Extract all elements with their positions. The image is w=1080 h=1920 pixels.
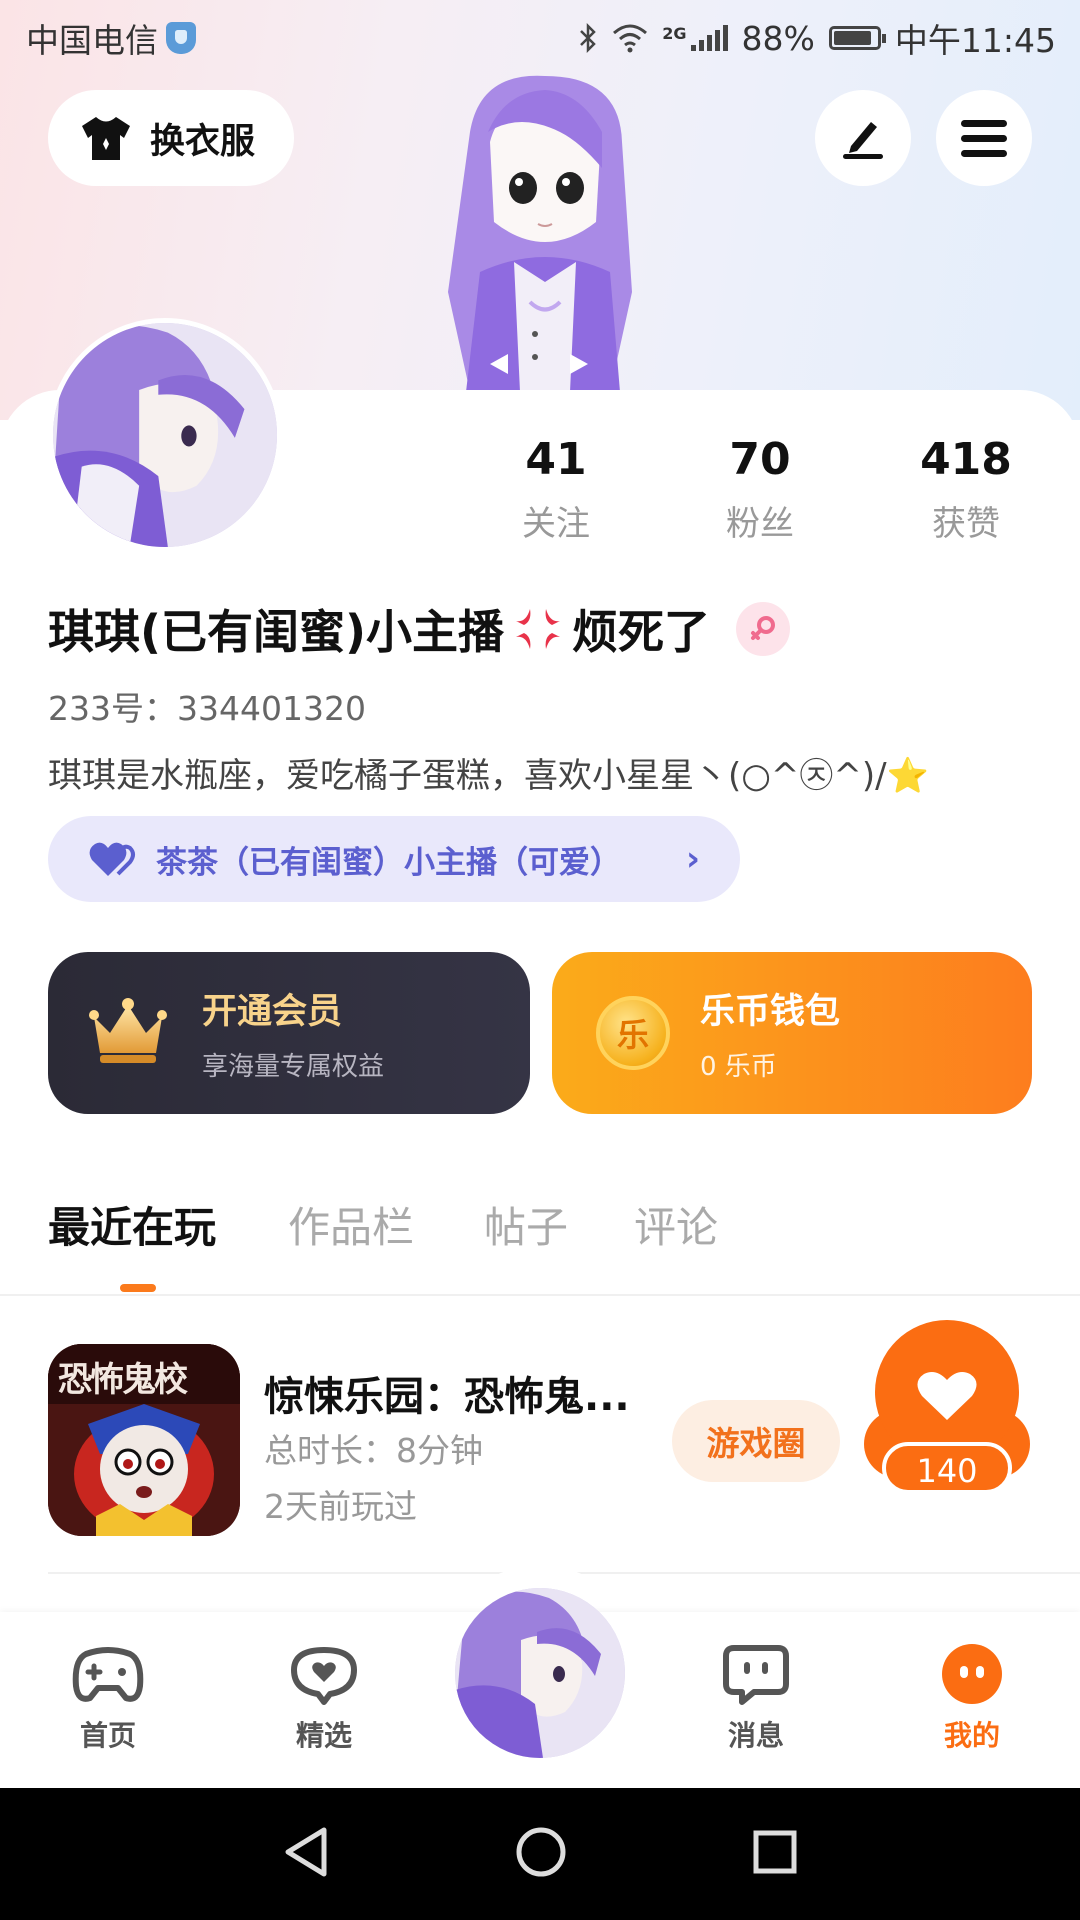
nav-item-me[interactable]: 我的 (902, 1642, 1042, 1754)
stat-likes[interactable]: 418 获赞 (876, 432, 1056, 545)
clock: 中午11:45 (894, 21, 1056, 60)
stat-followers[interactable]: 70 粉丝 (670, 432, 850, 545)
chat-bubble-icon (723, 1645, 789, 1705)
status-bar: 中国电信 2G 88% 中午11:45 (0, 0, 1080, 76)
tshirt-icon (78, 114, 134, 162)
system-navigation-bar (0, 1788, 1080, 1920)
crown-icon (89, 998, 167, 1063)
profile-dots-icon (942, 1644, 1002, 1704)
wallet-balance: 0 乐币 (700, 1052, 777, 1082)
edit-profile-button[interactable] (815, 90, 911, 186)
signal-icon (690, 25, 728, 51)
nav-item-messages[interactable]: 消息 (686, 1642, 826, 1754)
game-last-played: 2天前玩过 (264, 1487, 417, 1526)
profile-avatar[interactable] (48, 318, 282, 552)
game-duration: 总时长：8分钟 (264, 1431, 483, 1470)
coin-wallet-card[interactable]: 乐 乐币钱包 0 乐币 (552, 952, 1032, 1114)
stat-value: 41 (525, 434, 587, 485)
like-button[interactable]: 140 (862, 1320, 1032, 1496)
home-circle-icon[interactable] (515, 1826, 567, 1882)
pen-icon (843, 122, 883, 159)
chevron-right-icon: › (685, 839, 700, 879)
username: 琪琪(已有闺蜜)小主播 烦死了 (48, 596, 791, 662)
star-emoji: ⭐ (886, 756, 929, 796)
relation-label: 茶茶（已有闺蜜）小主播（可爱） (156, 844, 621, 881)
anger-emoji-icon (512, 603, 564, 655)
heart-chat-icon (291, 1647, 357, 1705)
stat-value: 70 (729, 434, 791, 485)
tab-works[interactable]: 作品栏 (288, 1194, 414, 1255)
nav-label: 精选 (295, 1719, 352, 1752)
username-part1: 琪琪(已有闺蜜)小主播 (48, 605, 505, 659)
change-outfit-label: 换衣服 (150, 121, 256, 162)
coin-icon: 乐 (596, 996, 670, 1070)
tab-posts[interactable]: 帖子 (484, 1194, 568, 1255)
stat-label: 粉丝 (726, 504, 794, 544)
coin-glyph: 乐 (616, 1016, 649, 1054)
carrier-name: 中国电信 (26, 21, 158, 60)
nav-label: 我的 (943, 1719, 1000, 1752)
vip-membership-card[interactable]: 开通会员 享海量专属权益 (48, 952, 530, 1114)
gamepad-icon (72, 1647, 144, 1702)
hamburger-icon (961, 120, 1007, 157)
battery-fill (833, 31, 871, 45)
vip-title: 开通会员 (202, 992, 343, 1032)
security-shield-icon (166, 22, 196, 54)
female-gender-icon (736, 602, 791, 656)
battery-icon (828, 26, 886, 50)
battery-percent: 88% (741, 18, 815, 58)
bluetooth-icon (580, 22, 597, 54)
center-avatar-button[interactable] (455, 1588, 625, 1758)
list-item[interactable]: 恐怖鬼校 惊悚乐园：恐怖鬼... 总时长：8分钟 2天前玩过 游戏圈 140 (48, 1320, 1032, 1536)
bio-text: 琪琪是水瓶座，爱吃橘子蛋糕，喜欢小星星丶(○^㉨^)/ (48, 756, 887, 796)
tab-recently-played[interactable]: 最近在玩 (48, 1194, 216, 1255)
username-part2: 烦死了 (572, 605, 711, 659)
wallet-title: 乐币钱包 (700, 992, 841, 1032)
stat-following[interactable]: 41 关注 (466, 432, 646, 545)
network-type: 2G (662, 24, 687, 43)
change-outfit-button[interactable]: 换衣服 (48, 90, 294, 186)
active-tab-indicator (120, 1284, 156, 1292)
nav-label: 首页 (79, 1719, 136, 1752)
recents-square-icon[interactable] (752, 1829, 798, 1879)
user-bio: 琪琪是水瓶座，爱吃橘子蛋糕，喜欢小星星丶(○^㉨^)/⭐ (48, 748, 929, 797)
wallet-text: 乐币钱包 0 乐币 (700, 983, 840, 1083)
double-heart-icon (89, 842, 135, 876)
game-icon[interactable]: 恐怖鬼校 (48, 1344, 240, 1536)
stat-value: 418 (920, 434, 1012, 485)
back-triangle-icon[interactable] (282, 1826, 330, 1882)
stat-label: 关注 (522, 504, 590, 544)
bestie-relation-pill[interactable]: 茶茶（已有闺蜜）小主播（可爱） › (48, 816, 740, 902)
vip-subtitle: 享海量专属权益 (202, 1052, 385, 1082)
stat-label: 获赞 (932, 504, 1000, 544)
game-icon-text: 恐怖鬼校 (58, 1360, 188, 1400)
avatar-3d-figure[interactable] (410, 72, 670, 392)
divider (0, 1294, 1080, 1296)
like-count: 140 (916, 1452, 978, 1490)
tab-comments[interactable]: 评论 (634, 1194, 718, 1255)
menu-button[interactable] (936, 90, 1032, 186)
nav-label: 消息 (727, 1719, 784, 1752)
nav-item-featured[interactable]: 精选 (254, 1642, 394, 1754)
carrier: 中国电信 (26, 14, 196, 62)
vip-text: 开通会员 享海量专属权益 (202, 983, 384, 1083)
profile-tabs: 最近在玩 作品栏 帖子 评论 (0, 1194, 1080, 1294)
nav-item-home[interactable]: 首页 (38, 1642, 178, 1754)
wifi-icon (613, 24, 648, 53)
user-id: 233号：334401320 (48, 689, 366, 728)
game-title: 惊悚乐园：恐怖鬼... (264, 1374, 630, 1420)
game-circle-button[interactable]: 游戏圈 (672, 1400, 840, 1482)
status-icons: 2G 88% 中午11:45 (578, 14, 1056, 62)
